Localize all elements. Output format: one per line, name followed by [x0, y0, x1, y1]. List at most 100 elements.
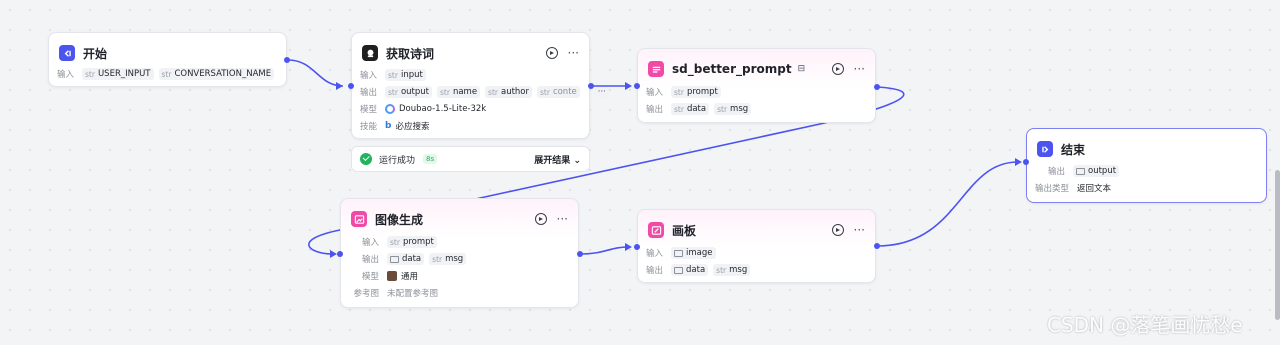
port-in[interactable]: [348, 83, 354, 89]
node-header: sd_better_prompt ⊟ ···: [648, 59, 865, 79]
port-out[interactable]: [588, 83, 594, 89]
edge-start-poem: [287, 59, 344, 87]
param-tag[interactable]: str msg: [714, 103, 752, 115]
arrowhead: [330, 250, 337, 258]
bing-icon: b: [385, 121, 392, 131]
node-header: 画板 ···: [648, 220, 865, 240]
outputs-row: 输出 data str msg: [646, 263, 755, 277]
param-tag[interactable]: data: [671, 264, 709, 276]
node-header: 结束: [1037, 139, 1256, 159]
inputs-label: 输入: [646, 249, 664, 259]
model-row: 模型 Doubao-1.5-Lite-32k: [360, 102, 486, 116]
run-node-icon[interactable]: [545, 47, 558, 59]
inputs-row: 输入 image: [646, 246, 721, 260]
port-in[interactable]: [634, 244, 640, 250]
outputs-row: 输出 data str msg: [349, 252, 471, 266]
skill-label: 技能: [360, 122, 378, 132]
node-canvas[interactable]: 画板 ··· 输入 image 输出 data str msg: [637, 209, 876, 283]
param-tag[interactable]: str conte: [537, 86, 580, 98]
run-node-icon[interactable]: [534, 213, 547, 225]
success-check-icon: [360, 153, 372, 165]
param-tag[interactable]: str USER_INPUT: [82, 68, 154, 80]
node-header: 获取诗词 ···: [362, 43, 579, 63]
param-tag[interactable]: str name: [437, 86, 481, 98]
port-out[interactable]: [874, 84, 880, 90]
arrowhead: [336, 82, 343, 90]
port-in[interactable]: [337, 251, 343, 257]
more-icon[interactable]: ···: [854, 223, 865, 237]
image-generate-icon: [351, 211, 367, 227]
end-icon: [1037, 141, 1053, 157]
model-label: 模型: [360, 105, 378, 115]
ref-image-label: 参考图: [353, 289, 379, 299]
node-end[interactable]: 结束 输出 output 输出类型 返回文本: [1026, 128, 1267, 203]
outputs-label: 输出: [646, 266, 664, 276]
edge-canvas-end: [876, 161, 1019, 247]
inputs-label: 输入: [361, 238, 379, 248]
outputs-label: 输出: [1047, 167, 1065, 177]
node-start[interactable]: 开始 输入 str USER_INPUT str CONVERSATION_NAME: [48, 32, 287, 87]
run-node-icon[interactable]: [831, 63, 844, 75]
param-tag[interactable]: data: [387, 253, 425, 265]
port-out[interactable]: [284, 57, 290, 63]
arrowhead: [1015, 158, 1022, 166]
run-status-bar: 运行成功 8s 展开结果 ⌄: [351, 146, 590, 172]
ref-image-value: 未配置参考图: [387, 289, 439, 299]
param-tag[interactable]: str msg: [713, 264, 751, 276]
param-tag[interactable]: image: [671, 247, 716, 259]
model-name: 通用: [401, 272, 419, 282]
node-title: 获取诗词: [386, 46, 435, 61]
inputs-row: 输入 str USER_INPUT str CONVERSATION_NAME: [57, 67, 279, 81]
param-tag[interactable]: str prompt: [387, 236, 437, 248]
outputs-row: 输出 str output str name str author str conte …: [360, 85, 609, 99]
model-avatar-icon: [387, 271, 397, 281]
node-title: 结束: [1061, 142, 1086, 157]
param-tag[interactable]: str msg: [429, 253, 467, 265]
more-icon[interactable]: ···: [568, 46, 579, 60]
arrowhead: [625, 82, 632, 90]
param-tag[interactable]: str output: [385, 86, 432, 98]
param-tag[interactable]: output: [1073, 165, 1120, 177]
arrowhead: [625, 243, 632, 251]
image-type-icon: [674, 266, 684, 274]
node-image-generation[interactable]: 图像生成 ··· 输入 str prompt 输出 data str msg 模型 …: [340, 198, 579, 308]
outputs-row: 输出 output: [1035, 164, 1124, 178]
ref-image-row: 参考图 未配置参考图: [349, 286, 438, 300]
outputs-label: 输出: [361, 255, 379, 265]
port-in[interactable]: [1023, 159, 1029, 165]
plugin-icon: [648, 61, 664, 77]
port-out[interactable]: [874, 243, 880, 249]
expand-results-button[interactable]: 展开结果 ⌄: [534, 153, 581, 166]
param-tag[interactable]: str prompt: [671, 86, 721, 98]
watermark: CSDN @落笔画忧愁e: [1047, 313, 1243, 337]
image-type-icon: [674, 249, 684, 257]
inputs-row: 输入 str prompt: [349, 235, 442, 249]
inputs-row: 输入 str prompt: [646, 85, 726, 99]
edge-imagegen-canvas: [579, 246, 629, 255]
inputs-label: 输入: [57, 70, 75, 80]
outputs-label: 输出: [360, 88, 378, 98]
status-text: 运行成功: [379, 155, 416, 166]
more-icon[interactable]: ···: [854, 62, 865, 76]
node-get-poem[interactable]: 获取诗词 ··· 输入 str input 输出 str output str nam…: [351, 32, 609, 139]
param-tag[interactable]: str CONVERSATION_NAME: [158, 68, 275, 80]
inputs-row: 输入 str input: [360, 68, 431, 82]
node-title: 画板: [672, 223, 697, 238]
param-tag[interactable]: str author: [485, 86, 532, 98]
image-type-icon: [1076, 167, 1085, 175]
port-in[interactable]: [634, 83, 640, 89]
port-out[interactable]: [577, 251, 583, 257]
node-sd-better-prompt[interactable]: sd_better_prompt ⊟ ··· 输入 str prompt 输出 s…: [637, 48, 876, 123]
param-tag[interactable]: str input: [385, 69, 426, 81]
node-header: 图像生成 ···: [351, 209, 568, 229]
more-icon[interactable]: ···: [557, 212, 568, 226]
duration-badge: 8s: [423, 154, 438, 164]
more-outputs-button[interactable]: ···: [594, 87, 609, 97]
vertical-scrollbar[interactable]: [1275, 170, 1280, 320]
run-node-icon[interactable]: [831, 224, 844, 236]
start-icon: [59, 45, 75, 61]
node-title: sd_better_prompt: [672, 62, 792, 76]
model-row: 模型 通用: [349, 269, 418, 283]
skill-row: 技能 b 必应搜索: [360, 119, 429, 133]
param-tag[interactable]: str data: [671, 103, 710, 115]
